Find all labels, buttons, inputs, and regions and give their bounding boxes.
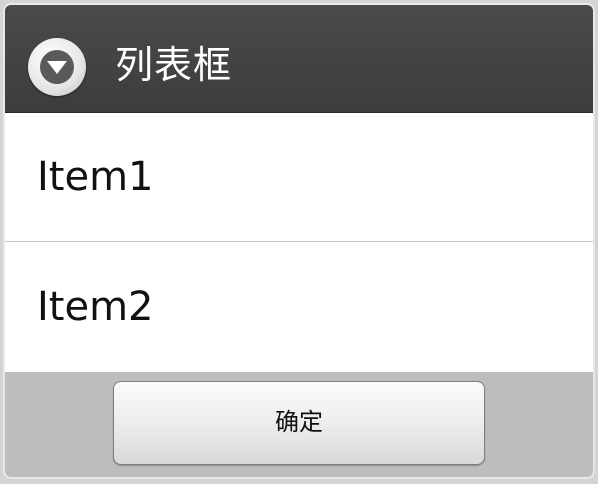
item-list: Item1 Item2 (5, 113, 593, 372)
list-item-item2[interactable]: Item2 (5, 243, 593, 372)
ok-button[interactable]: 确定 (113, 381, 485, 465)
dialog-title: 列表框 (115, 43, 233, 87)
list-dialog: 列表框 Item1 Item2 确定 (0, 0, 598, 484)
dialog-frame: 列表框 Item1 Item2 确定 (3, 3, 595, 479)
dialog-footer: 确定 (5, 372, 593, 477)
dropdown-circle-icon (28, 38, 86, 96)
list-item-item1[interactable]: Item1 (5, 113, 593, 242)
list-item-label: Item1 (37, 154, 154, 200)
dialog-header: 列表框 (5, 5, 593, 113)
ok-button-label: 确定 (275, 408, 323, 436)
list-item-label: Item2 (37, 284, 154, 330)
